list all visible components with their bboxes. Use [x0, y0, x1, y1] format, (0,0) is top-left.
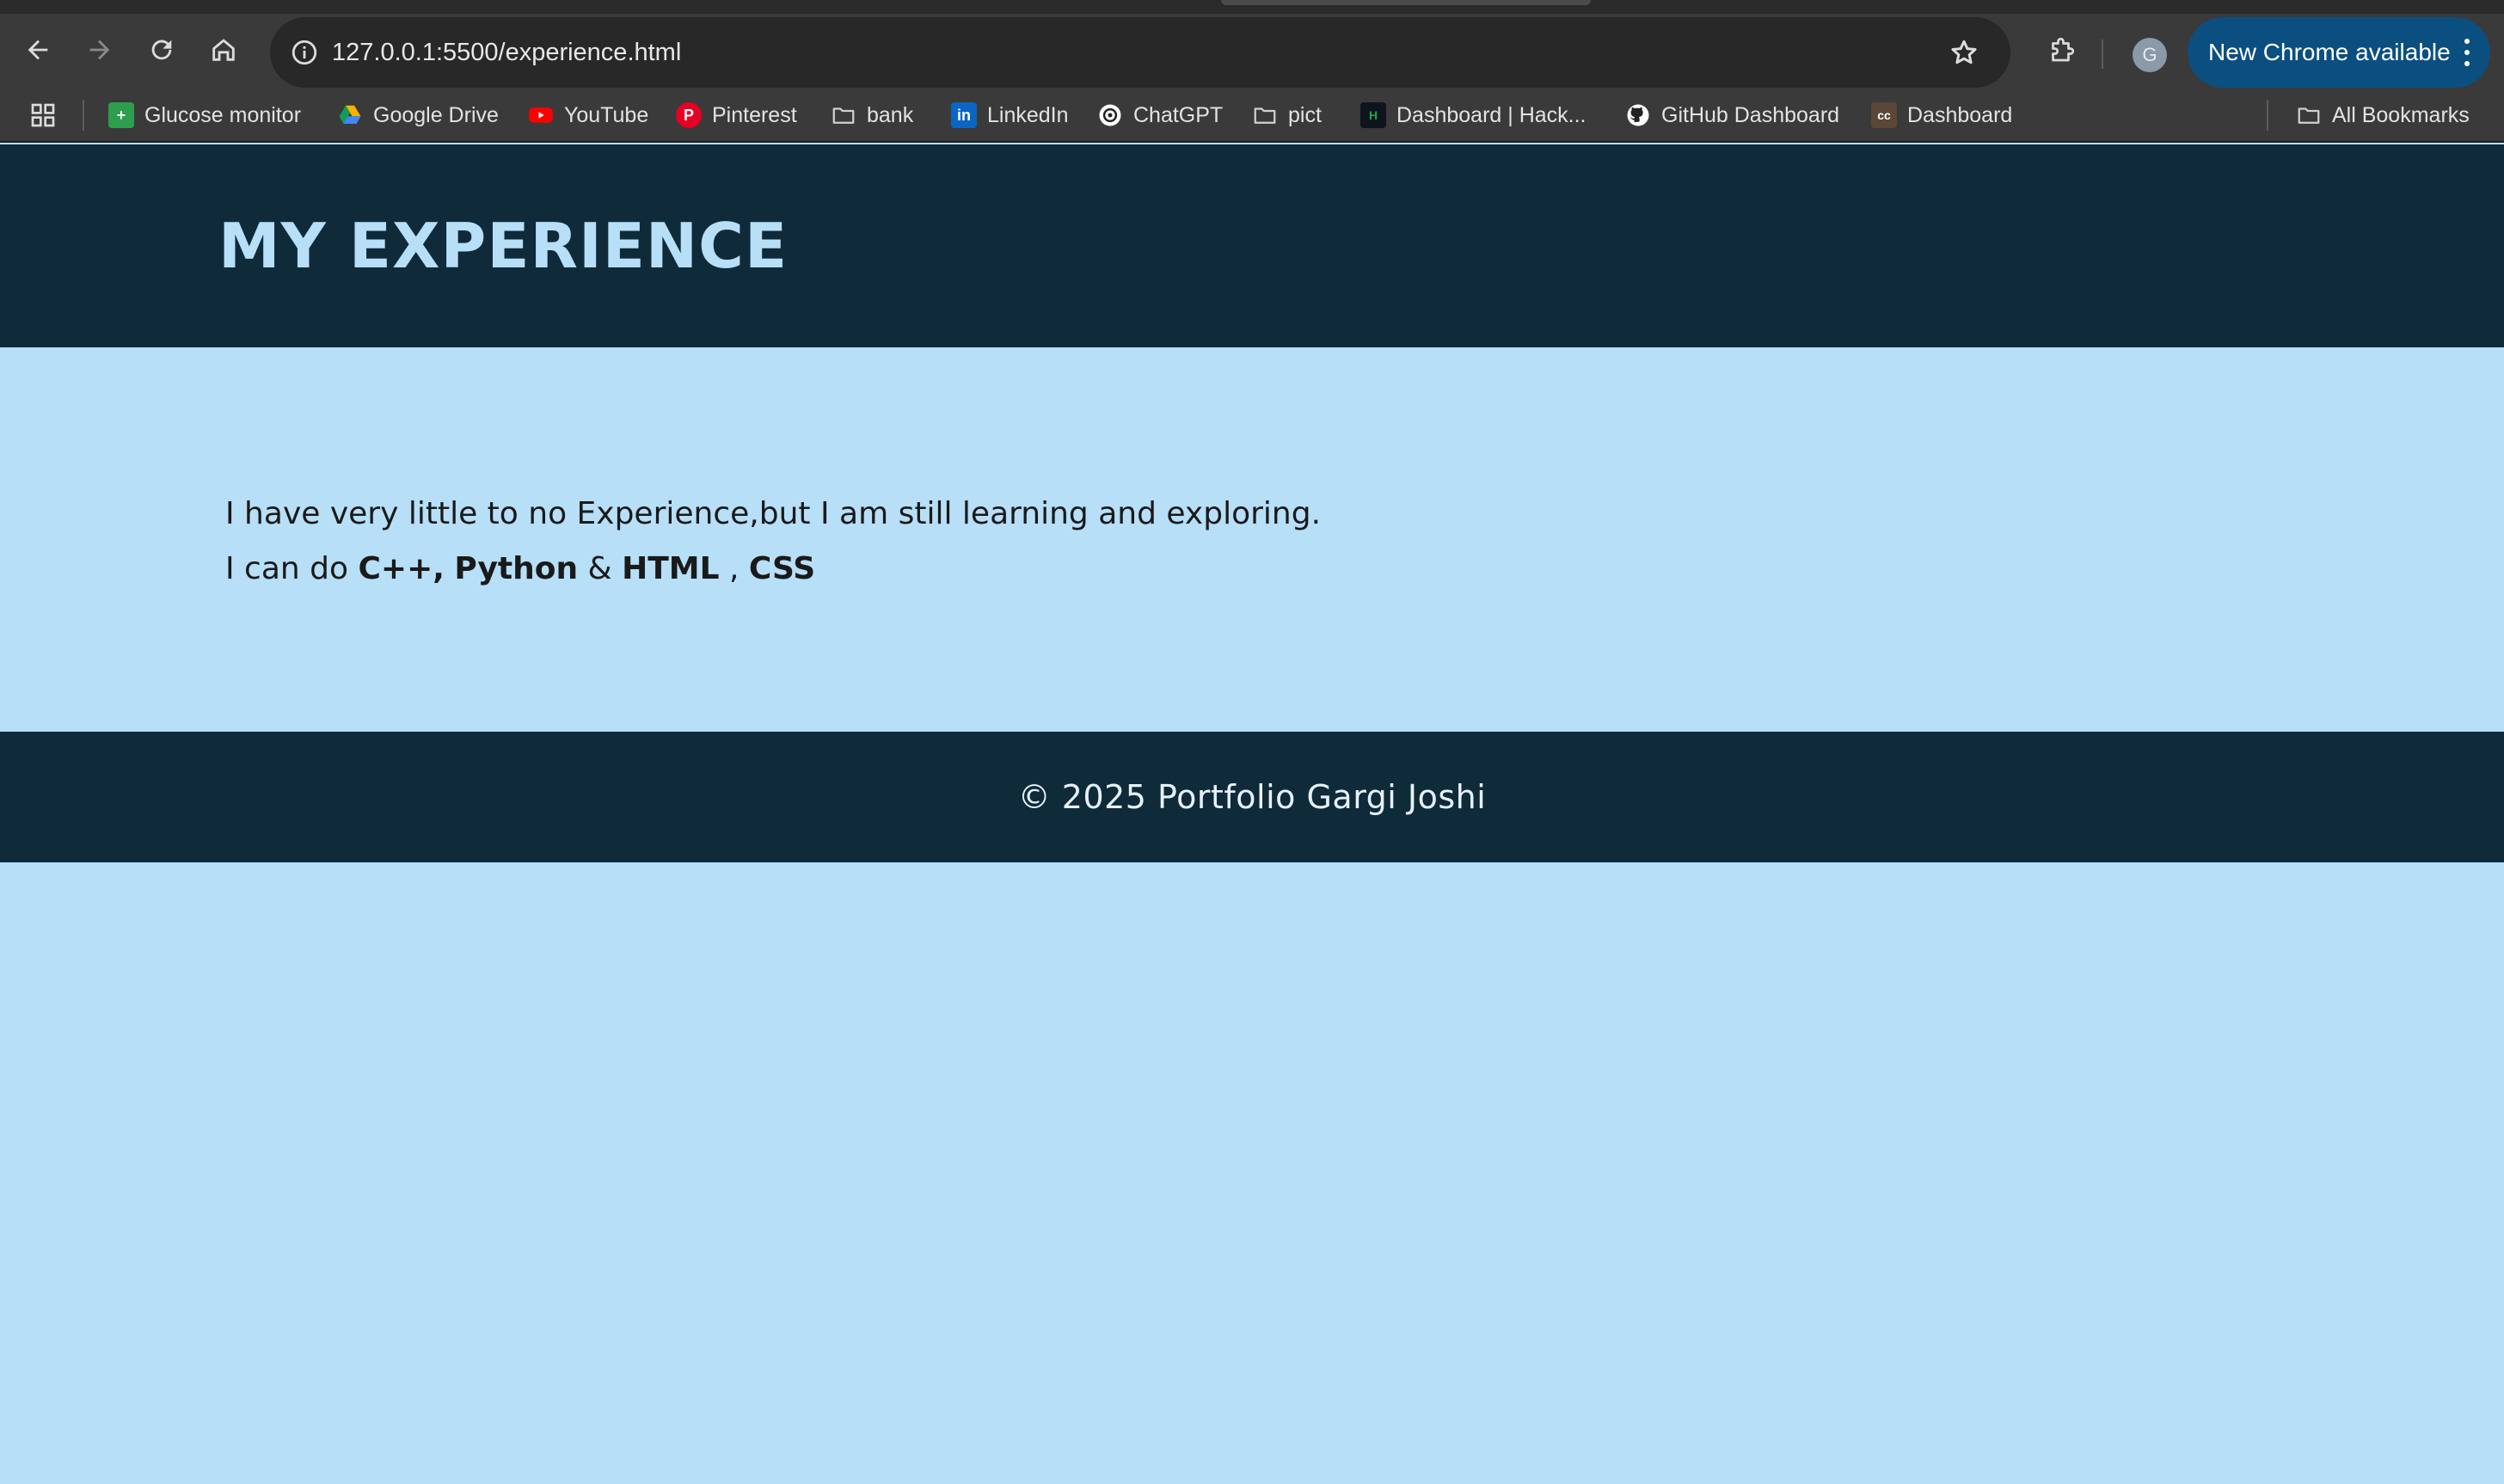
- tab-strip-edge: [1221, 0, 1591, 5]
- bookmark-label: YouTube: [564, 102, 649, 127]
- bookmark-folder-bank[interactable]: bank: [831, 88, 913, 143]
- skills-line: I can do C++, Python & HTML , CSS: [225, 542, 1321, 597]
- bookmark-label: Dashboard: [1907, 102, 2013, 127]
- bookmark-folder-pict[interactable]: pict: [1252, 88, 1322, 143]
- linkedin-icon: in: [951, 102, 977, 128]
- experience-line: I have very little to no Experience,but …: [225, 496, 1322, 531]
- bookmark-label: GitHub Dashboard: [1661, 102, 1840, 127]
- more-vertical-icon[interactable]: [2464, 39, 2471, 66]
- skill-html: HTML: [622, 551, 720, 586]
- skills-and: &: [578, 551, 623, 586]
- address-bar[interactable]: 127.0.0.1:5500/experience.html: [270, 17, 2010, 88]
- bookmark-divider: [83, 100, 84, 131]
- folder-icon: [831, 102, 856, 128]
- toolbar-divider: [2102, 40, 2103, 69]
- url-text[interactable]: 127.0.0.1:5500/experience.html: [332, 17, 681, 88]
- skills-prefix: I can do: [225, 551, 359, 586]
- bookmark-label: ChatGPT: [1133, 102, 1224, 127]
- bookmark-youtube[interactable]: YouTube: [528, 88, 648, 143]
- all-bookmarks-button[interactable]: All Bookmarks: [2296, 88, 2470, 143]
- home-icon: [209, 35, 238, 68]
- bookmark-github-dashboard[interactable]: GitHub Dashboard: [1625, 88, 1839, 143]
- bookmark-label: Glucose monitor: [144, 102, 302, 127]
- bookmark-google-drive[interactable]: Google Drive: [337, 88, 499, 143]
- update-chrome-button[interactable]: New Chrome available: [2188, 17, 2490, 88]
- bookmark-chatgpt[interactable]: ChatGPT: [1097, 88, 1223, 143]
- extensions-button[interactable]: [2036, 26, 2088, 77]
- github-icon: [1625, 102, 1651, 128]
- bookmarks-bar: + Glucose monitor Google Drive YouTube P…: [0, 88, 2504, 143]
- bookmark-label: Dashboard | Hack...: [1396, 102, 1586, 127]
- bookmark-label: pict: [1288, 102, 1322, 127]
- hackerrank-icon: H: [1360, 102, 1386, 128]
- pinterest-icon: P: [676, 102, 702, 128]
- star-icon[interactable]: [1943, 32, 1985, 73]
- plus-square-icon: +: [108, 102, 134, 128]
- bookmark-linkedin[interactable]: in LinkedIn: [951, 88, 1069, 143]
- bookmark-label: Pinterest: [712, 102, 797, 127]
- page-title: MY EXPERIENCE: [218, 210, 789, 282]
- profile-avatar[interactable]: G: [2133, 38, 2167, 72]
- home-button[interactable]: [198, 26, 249, 77]
- update-label: New Chrome available: [2208, 39, 2451, 65]
- browser-window: 127.0.0.1:5500/experience.html G New Chr…: [0, 0, 2504, 1484]
- skill-cpp: C++,: [358, 551, 445, 586]
- codechef-icon: cc: [1871, 102, 1897, 128]
- bookmark-hackerrank-dashboard[interactable]: H Dashboard | Hack...: [1360, 88, 1586, 143]
- bookmark-codechef-dashboard[interactable]: cc Dashboard: [1871, 88, 2012, 143]
- forward-button[interactable]: [74, 26, 126, 77]
- skill-css: CSS: [748, 551, 816, 586]
- bookmark-glucose-monitor[interactable]: + Glucose monitor: [108, 88, 301, 143]
- chatgpt-icon: [1097, 102, 1123, 128]
- arrow-left-icon: [23, 35, 52, 68]
- footer-copyright: © 2025 Portfolio Gargi Joshi: [1017, 778, 1487, 816]
- youtube-icon: [528, 102, 554, 128]
- folder-icon: [1252, 102, 1278, 128]
- all-bookmarks-label: All Bookmarks: [2332, 102, 2470, 127]
- drive-icon: [337, 102, 363, 128]
- info-icon[interactable]: [284, 32, 325, 73]
- folder-icon: [2296, 102, 2322, 128]
- bookmark-label: LinkedIn: [987, 102, 1069, 127]
- bookmark-label: Google Drive: [373, 102, 499, 127]
- browser-toolbar: 127.0.0.1:5500/experience.html G New Chr…: [0, 0, 2504, 88]
- back-button[interactable]: [12, 26, 64, 77]
- bookmark-divider: [2267, 100, 2268, 131]
- page-footer: © 2025 Portfolio Gargi Joshi: [0, 732, 2504, 862]
- reload-icon: [147, 35, 176, 68]
- experience-text: I have very little to no Experience,but …: [225, 487, 1321, 597]
- bookmark-pinterest[interactable]: P Pinterest: [676, 88, 797, 143]
- page-header: MY EXPERIENCE: [0, 144, 2504, 347]
- arrow-right-icon: [85, 35, 114, 68]
- web-page: MY EXPERIENCE I have very little to no E…: [0, 144, 2504, 1484]
- puzzle-icon: [2047, 34, 2077, 69]
- apps-grid-icon[interactable]: [29, 101, 57, 129]
- skill-python: Python: [454, 551, 579, 586]
- reload-button[interactable]: [136, 26, 187, 77]
- skills-comma: ,: [719, 551, 749, 586]
- bookmark-label: bank: [867, 102, 914, 127]
